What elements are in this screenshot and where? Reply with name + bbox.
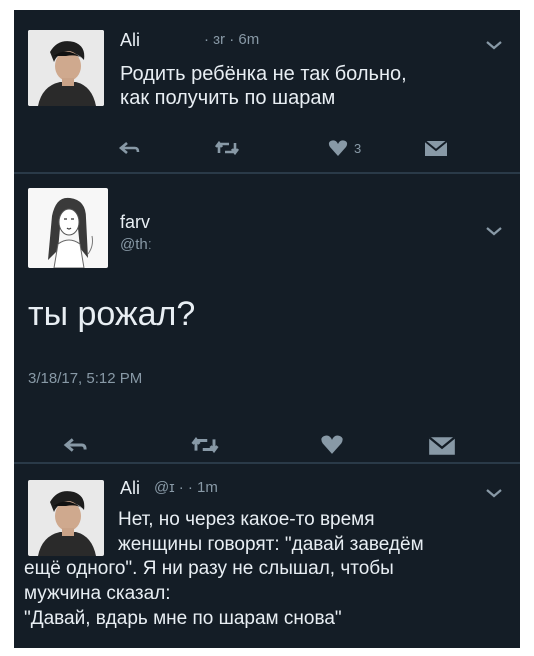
tweet-text: Нет, но через какое-то время женщины гово… — [14, 508, 520, 631]
retweet-icon[interactable] — [190, 436, 220, 454]
tweet-text-line: Нет, но через какое-то время — [118, 509, 375, 530]
chevron-down-icon[interactable] — [484, 486, 504, 500]
tweet-3[interactable]: Ali @ɪ · · 1m Нет, но через какое-то вре… — [14, 464, 520, 648]
author-name[interactable]: Ali — [120, 30, 140, 51]
like-icon[interactable] — [320, 434, 344, 455]
retweet-icon[interactable] — [214, 140, 240, 156]
timeline: Ali · ɜr · 6m Родить ребёнка не так боль… — [14, 10, 520, 648]
tweet-timestamp[interactable]: 3/18/17, 5:12 PM — [28, 370, 142, 387]
chevron-down-icon[interactable] — [484, 38, 504, 52]
tweet-text-line: мужчина сказал: — [24, 583, 171, 605]
avatar-ali[interactable] — [28, 30, 104, 106]
tweet-text: ты рожал? — [28, 295, 196, 333]
tweet-text: Родить ребёнка не так больно, как получи… — [120, 63, 407, 110]
tweet-text-line: женщины говорят: "давай заведём — [118, 533, 424, 555]
tweet-text-line: ещё одного". Я ни разу не слышал, чтобы — [24, 558, 394, 580]
reply-icon[interactable] — [118, 140, 140, 156]
tweet-meta: @ɪ · · 1m — [154, 479, 218, 496]
tweet-meta: · ɜr · 6m — [204, 31, 260, 48]
dm-icon[interactable] — [424, 140, 448, 157]
screenshot: { "tweets": [ { "name": "Ali", "meta": "… — [0, 0, 534, 656]
author-handle[interactable]: @thː — [120, 236, 152, 253]
author-name[interactable]: Ali — [120, 478, 140, 499]
tweet-1[interactable]: Ali · ɜr · 6m Родить ребёнка не так боль… — [14, 10, 520, 172]
tweet-2[interactable]: farv @thː ты рожал? 3/18/17, 5:12 PM — [14, 174, 520, 460]
reply-icon[interactable] — [62, 436, 88, 454]
author-name[interactable]: farv — [120, 212, 150, 233]
dm-icon[interactable] — [428, 436, 456, 456]
tweet-text-line: "Давай, вдарь мне по шарам снова" — [24, 607, 342, 629]
like-icon[interactable] — [328, 139, 348, 157]
like-count: 3 — [354, 141, 362, 156]
chevron-down-icon[interactable] — [484, 224, 504, 238]
avatar-farv[interactable] — [28, 188, 108, 268]
